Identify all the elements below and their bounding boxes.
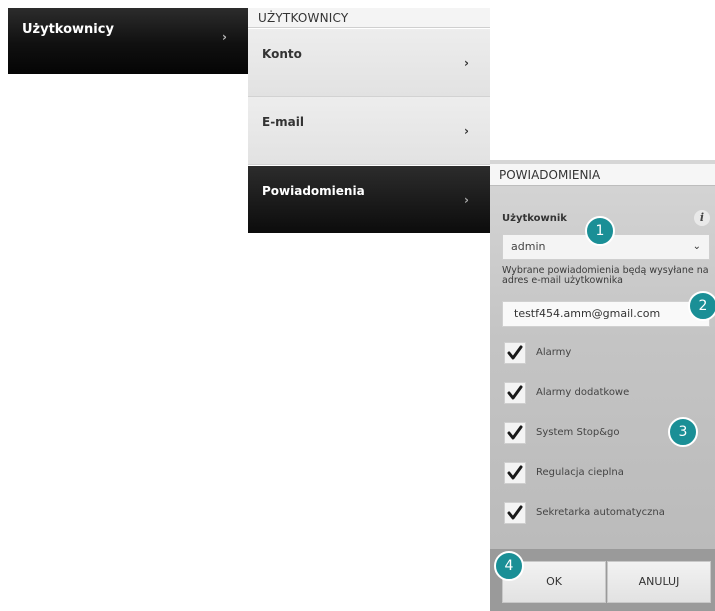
callout-badge-1: 1 xyxy=(585,216,615,246)
callout-badge-2: 2 xyxy=(688,291,715,321)
users-panel: UŻYTKOWNICY Konto › E-mail › Powiadomien… xyxy=(248,8,490,234)
sidebar-item-label: E-mail xyxy=(262,115,305,129)
sidebar-item-label: Konto xyxy=(262,47,302,61)
notifications-title: POWIADOMIENIA xyxy=(490,164,715,186)
user-field-label: Użytkownik xyxy=(502,213,567,224)
info-icon[interactable]: i xyxy=(694,210,710,226)
checkbox-checked-icon[interactable] xyxy=(504,342,526,364)
checkbox-checked-icon[interactable] xyxy=(504,422,526,444)
sidebar-item-notifications[interactable]: Powiadomienia › xyxy=(248,166,490,233)
checkbox-label: Sekretarka automatyczna xyxy=(536,507,665,518)
checkbox-label: System Stop&go xyxy=(536,427,620,438)
dialog-footer: OK ANULUJ xyxy=(490,549,715,611)
chevron-right-icon: › xyxy=(464,124,469,138)
chevron-right-icon: › xyxy=(222,30,227,44)
menu-item-users[interactable]: Użytkownicy › xyxy=(8,8,248,74)
checkbox-checked-icon[interactable] xyxy=(504,382,526,404)
cancel-button[interactable]: ANULUJ xyxy=(607,561,711,603)
checkbox-checked-icon[interactable] xyxy=(504,502,526,524)
email-hint-text: Wybrane powiadomienia będą wysyłane na a… xyxy=(502,265,709,286)
chevron-right-icon: › xyxy=(464,193,469,207)
checkbox-label: Alarmy xyxy=(536,347,572,358)
callout-badge-3: 3 xyxy=(668,417,698,447)
menu-item-users-label: Użytkownicy xyxy=(22,22,114,37)
user-select-value: admin xyxy=(511,240,546,253)
email-field[interactable]: testf454.amm@gmail.com xyxy=(502,301,710,327)
checkbox-label: Alarmy dodatkowe xyxy=(536,387,630,398)
users-panel-title: UŻYTKOWNICY xyxy=(248,8,490,28)
sidebar-item-account[interactable]: Konto › xyxy=(248,29,490,97)
chevron-right-icon: › xyxy=(464,56,469,70)
sidebar-item-email[interactable]: E-mail › xyxy=(248,97,490,165)
checkbox-checked-icon[interactable] xyxy=(504,462,526,484)
sidebar-item-label: Powiadomienia xyxy=(262,184,365,198)
chevron-down-icon: ⌄ xyxy=(692,241,701,252)
checkbox-label: Regulacja cieplna xyxy=(536,467,624,478)
callout-badge-4: 4 xyxy=(494,551,524,581)
